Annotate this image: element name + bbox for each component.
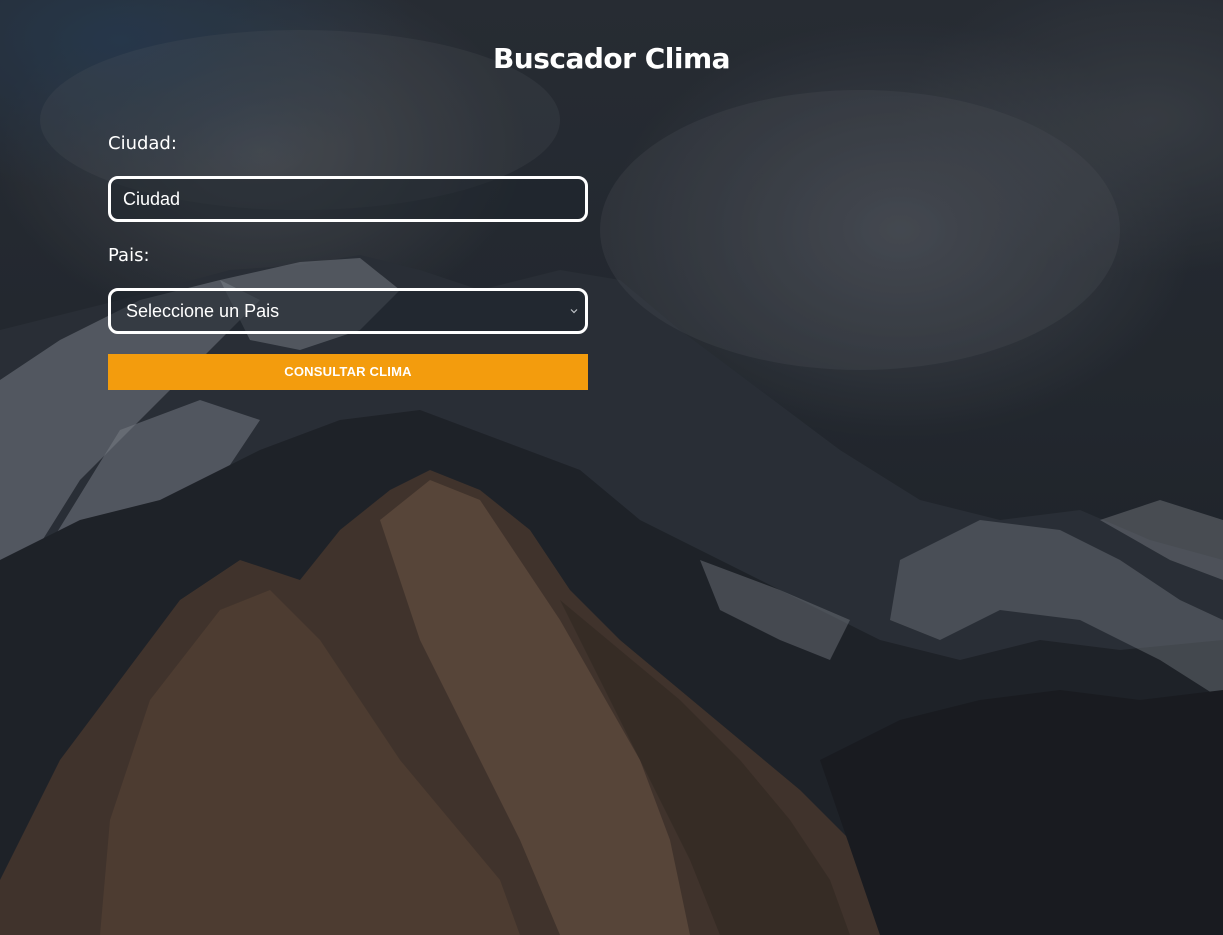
weather-search-page: Buscador Clima Ciudad: Ciudad Pais: Sele… [0, 0, 1223, 935]
weather-form: Ciudad: Ciudad Pais: Seleccione un Pais … [108, 130, 588, 390]
country-label: Pais: [108, 245, 150, 266]
city-input-value: Ciudad [123, 188, 181, 209]
consultar-clima-button[interactable]: CONSULTAR CLIMA [108, 354, 588, 390]
chevron-down-icon [570, 309, 578, 314]
country-select[interactable]: Seleccione un Pais [108, 288, 588, 334]
city-label: Ciudad: [108, 133, 177, 154]
country-select-value: Seleccione un Pais [126, 300, 280, 321]
page-title: Buscador Clima [492, 42, 731, 75]
city-input[interactable]: Ciudad [108, 176, 588, 222]
